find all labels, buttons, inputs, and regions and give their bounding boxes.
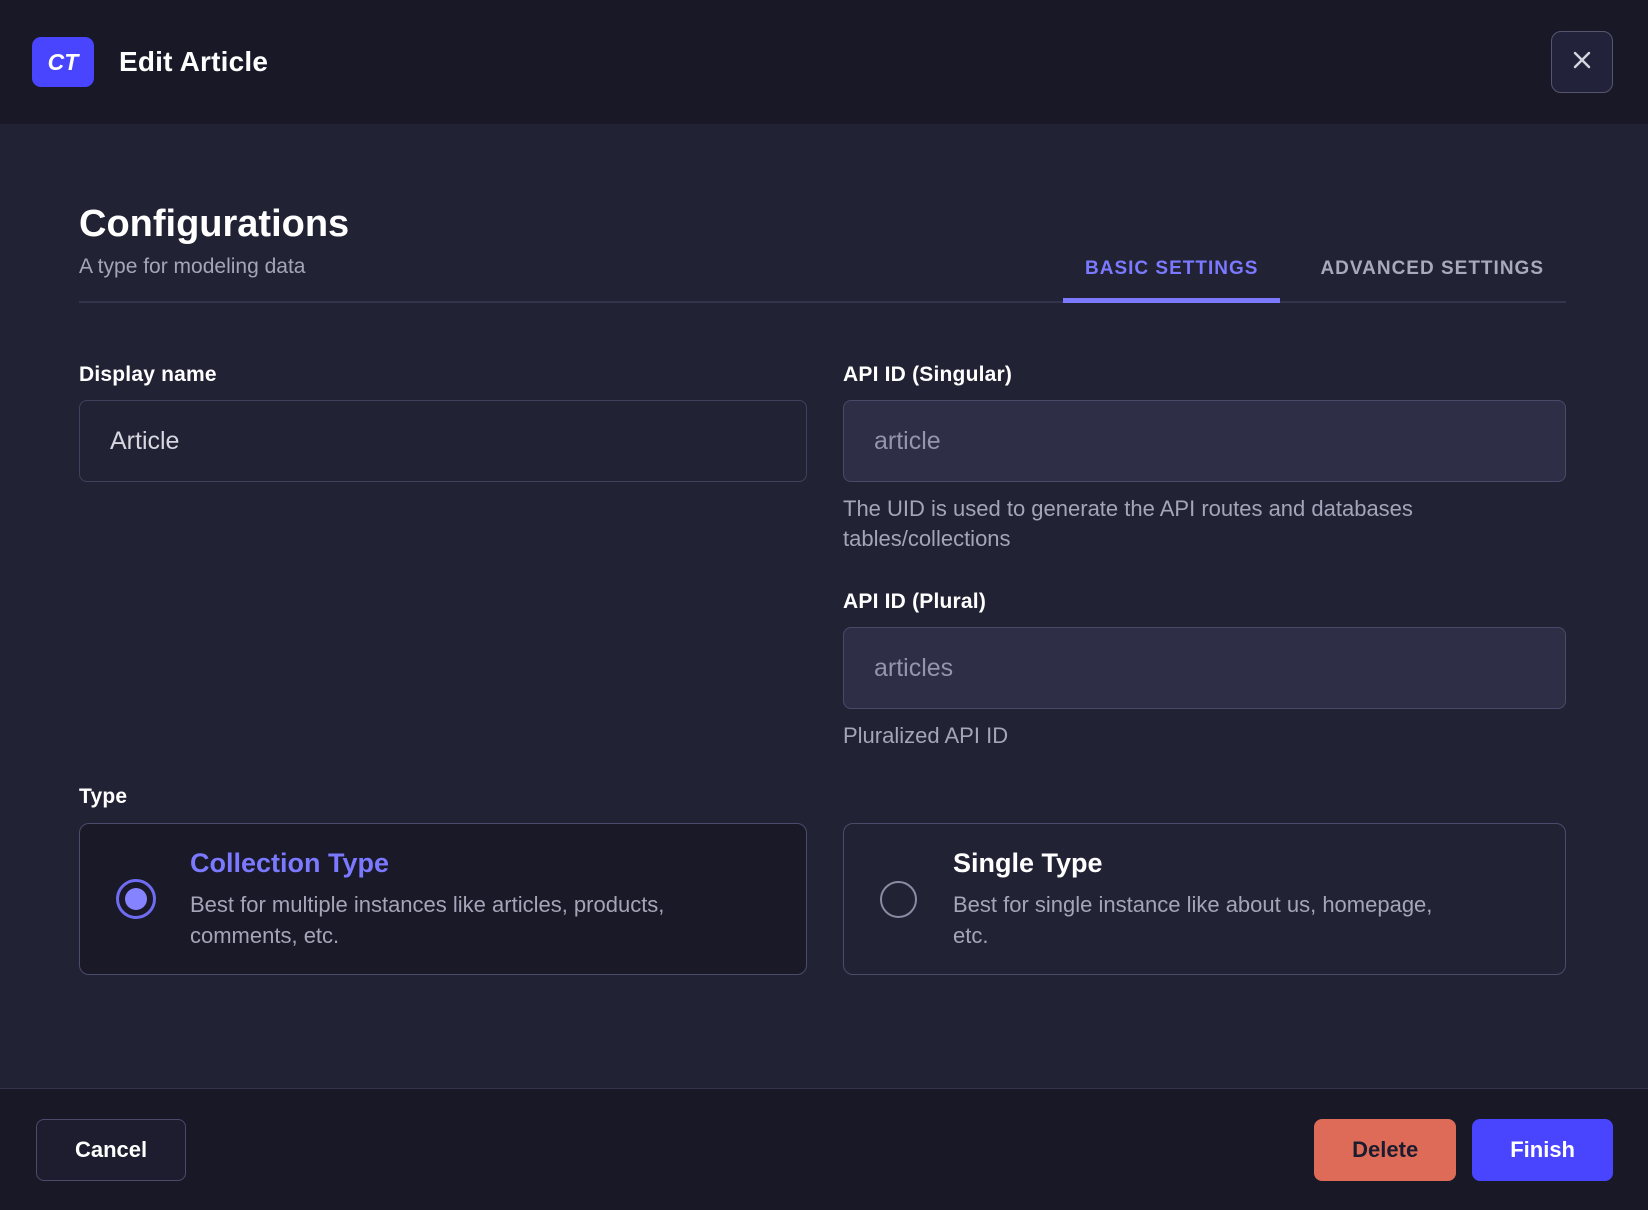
page-title: Configurations bbox=[79, 203, 350, 245]
modal-title: Edit Article bbox=[119, 46, 269, 77]
radio-selected-dot bbox=[125, 888, 147, 910]
modal-footer: Cancel Delete Finish bbox=[0, 1088, 1648, 1210]
collection-type-option[interactable]: Collection Type Best for multiple instan… bbox=[79, 823, 807, 975]
api-id-plural-input bbox=[843, 627, 1566, 709]
api-id-plural-group: API ID (Plural) Pluralized API ID bbox=[843, 590, 1566, 751]
configurations-header: Configurations A type for modeling data … bbox=[79, 202, 1566, 303]
single-type-description: Best for single instance like about us, … bbox=[953, 891, 1433, 948]
single-type-radio[interactable] bbox=[880, 880, 917, 918]
tab-advanced-settings[interactable]: ADVANCED SETTINGS bbox=[1298, 258, 1566, 301]
collection-type-text: Collection Type Best for multiple instan… bbox=[190, 848, 664, 951]
modal-header: CT Edit Article bbox=[0, 0, 1648, 124]
configurations-heading-block: Configurations A type for modeling data bbox=[79, 202, 349, 301]
page-subtitle: A type for modeling data bbox=[79, 255, 306, 278]
collection-type-description: Best for multiple instances like article… bbox=[190, 891, 665, 948]
api-id-plural-label: API ID (Plural) bbox=[843, 590, 987, 613]
single-type-option[interactable]: Single Type Best for single instance lik… bbox=[843, 823, 1566, 975]
delete-button[interactable]: Delete bbox=[1314, 1118, 1457, 1181]
tab-basic-settings[interactable]: BASIC SETTINGS bbox=[1063, 258, 1281, 303]
collection-type-radio[interactable] bbox=[116, 879, 156, 919]
api-id-singular-group: API ID (Singular) The UID is used to gen… bbox=[843, 363, 1566, 554]
modal-body: Configurations A type for modeling data … bbox=[0, 124, 1648, 1088]
display-name-input[interactable] bbox=[79, 400, 807, 482]
api-id-plural-help: Pluralized API ID bbox=[843, 723, 1009, 748]
single-type-text: Single Type Best for single instance lik… bbox=[953, 848, 1432, 951]
api-id-singular-help: The UID is used to generate the API rout… bbox=[843, 496, 1413, 551]
api-id-column: API ID (Singular) The UID is used to gen… bbox=[843, 363, 1566, 751]
type-cards: Collection Type Best for multiple instan… bbox=[79, 823, 1566, 975]
display-name-group: Display name bbox=[79, 363, 807, 751]
form-grid: Display name API ID (Singular) The UID i… bbox=[79, 363, 1566, 751]
close-icon bbox=[1568, 46, 1596, 79]
type-section: Type Collection Type Best for multiple i… bbox=[79, 785, 1566, 975]
api-id-singular-label: API ID (Singular) bbox=[843, 363, 1013, 386]
cancel-button[interactable]: Cancel bbox=[36, 1118, 187, 1181]
api-id-singular-input bbox=[843, 400, 1566, 482]
single-type-title: Single Type bbox=[953, 847, 1103, 878]
collection-type-title: Collection Type bbox=[190, 847, 390, 878]
content-type-badge-label: CT bbox=[47, 48, 79, 75]
finish-button[interactable]: Finish bbox=[1472, 1118, 1613, 1181]
close-button[interactable] bbox=[1551, 31, 1613, 93]
type-label: Type bbox=[79, 785, 128, 808]
settings-tabs: BASIC SETTINGS ADVANCED SETTINGS bbox=[1063, 258, 1566, 303]
display-name-label: Display name bbox=[79, 363, 217, 386]
content-type-badge: CT bbox=[32, 37, 94, 87]
